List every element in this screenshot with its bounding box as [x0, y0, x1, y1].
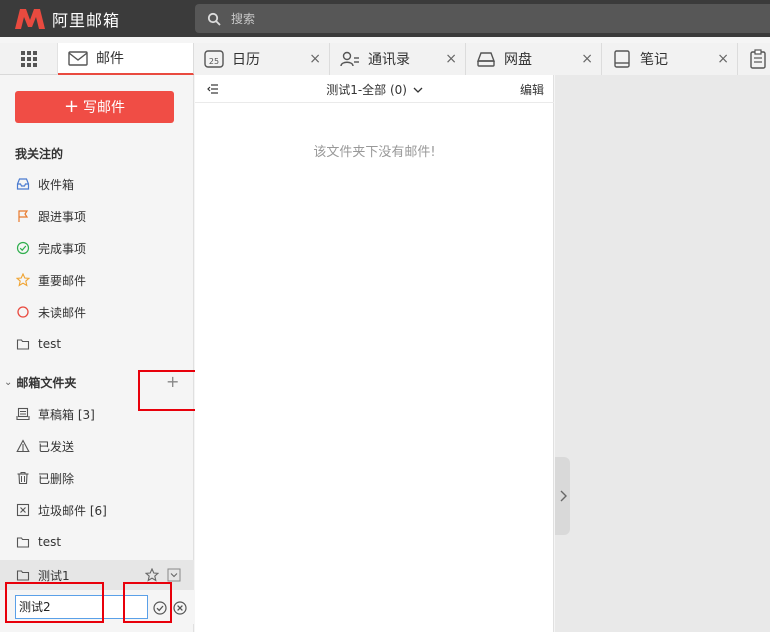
tab-calendar[interactable]: 25 日历 × [194, 43, 330, 75]
sidebar-item-test-followed[interactable]: test [0, 331, 194, 357]
tab-label: 邮件 [96, 51, 124, 67]
star-icon[interactable] [145, 568, 159, 582]
close-icon[interactable]: × [717, 51, 729, 67]
sidebar-item-label: 重要邮件 [38, 273, 87, 288]
sidebar-item-label: 未读邮件 [38, 305, 87, 320]
sidebar-item-followup[interactable]: 跟进事项 [0, 203, 194, 229]
cancel-icon[interactable] [173, 601, 187, 615]
top-bar: 阿里邮箱 搜索 [0, 0, 770, 37]
list-header: 测试1-全部 (0) 编辑 [195, 75, 554, 103]
sent-icon [16, 439, 30, 453]
compose-label: 写邮件 [83, 100, 126, 116]
circle-icon [17, 306, 29, 318]
sidebar-item-label: 垃圾邮件 [6] [38, 503, 107, 518]
tab-label: 通讯录 [368, 52, 410, 68]
clipboard-icon [750, 49, 766, 69]
sidebar-item-important[interactable]: 重要邮件 [0, 267, 194, 293]
drive-icon [476, 52, 496, 67]
edit-button[interactable]: 编辑 [520, 81, 544, 98]
tab-contacts[interactable]: 通讯录 × [330, 43, 466, 75]
grid-icon [20, 51, 37, 67]
plus-icon: + [63, 96, 80, 117]
search-input[interactable]: 搜索 [195, 4, 770, 33]
search-icon [207, 12, 221, 26]
sidebar-item-label: test [38, 535, 62, 549]
folder-title: 测试1-全部 (0) [326, 83, 407, 97]
flag-icon [18, 210, 29, 222]
tab-bar: 邮件 25 日历 × 通讯录 × 网盘 × 笔记 × [0, 43, 770, 75]
sidebar-item-label: 已删除 [38, 471, 75, 486]
expand-panel-handle[interactable] [555, 457, 570, 535]
tab-notes[interactable]: 笔记 × [602, 43, 738, 75]
notes-icon [614, 50, 630, 68]
contacts-icon [340, 51, 359, 67]
dropdown-icon[interactable] [167, 568, 181, 582]
star-icon [16, 273, 30, 287]
empty-folder-message: 该文件夹下没有邮件! [313, 145, 436, 160]
sidebar-item-label: 完成事项 [38, 241, 87, 256]
sidebar-item-label: 收件箱 [38, 177, 75, 192]
chevron-down-icon [413, 87, 423, 93]
folder-icon [16, 537, 30, 548]
sidebar-item-inbox[interactable]: 收件箱 [0, 171, 194, 197]
close-icon[interactable]: × [581, 51, 593, 67]
tab-drive[interactable]: 网盘 × [466, 43, 602, 75]
tab-label: 日历 [232, 52, 260, 68]
trash-icon [17, 472, 29, 485]
drafts-icon [16, 407, 30, 421]
sidebar-item-unread[interactable]: 未读邮件 [0, 299, 194, 325]
logo-text: 阿里邮箱 [52, 11, 121, 30]
check-circle-icon [16, 241, 30, 255]
sidebar-item-label: 跟进事项 [38, 209, 87, 224]
sidebar-item-done[interactable]: 完成事项 [0, 235, 194, 261]
highlight-box-confirm [123, 582, 172, 623]
close-icon[interactable]: × [309, 51, 321, 67]
followed-section-title: 我关注的 [15, 147, 64, 161]
logo-m-icon [15, 9, 45, 29]
sidebar-item-spam[interactable]: 垃圾邮件 [6] [0, 497, 194, 523]
sidebar-item-deleted[interactable]: 已删除 [0, 465, 194, 491]
mail-icon [68, 51, 88, 66]
apps-grid-button[interactable] [0, 43, 58, 75]
chevron-down-icon: ⌄ [4, 376, 13, 388]
tab-label: 网盘 [504, 52, 532, 68]
search-placeholder: 搜索 [231, 12, 256, 26]
tab-label: 笔记 [640, 52, 668, 68]
sidebar-item-label: 草稿箱 [3] [38, 407, 95, 422]
logo[interactable]: 阿里邮箱 [14, 6, 120, 32]
folders-section-title: 邮箱文件夹 [16, 375, 77, 390]
sidebar-item-label: 已发送 [38, 439, 75, 454]
sidebar-item-sent[interactable]: 已发送 [0, 433, 194, 459]
folder-icon [16, 570, 30, 581]
folder-filter-dropdown[interactable]: 测试1-全部 (0) [195, 81, 554, 98]
tab-clipboard[interactable] [738, 43, 770, 75]
sidebar: + 写邮件 我关注的 收件箱 跟进事项 完成事项 重要邮件 未读邮件 test … [0, 75, 208, 632]
svg-text:25: 25 [209, 57, 219, 66]
tab-mail[interactable]: 邮件 [58, 43, 194, 75]
compose-button[interactable]: + 写邮件 [15, 91, 174, 123]
calendar-icon: 25 [204, 50, 224, 68]
folder-icon [16, 339, 30, 350]
close-icon[interactable]: × [445, 51, 457, 67]
highlight-box-input [5, 582, 104, 623]
spam-icon [16, 503, 30, 517]
sidebar-item-label: test [38, 337, 62, 351]
sidebar-item-test[interactable]: test [0, 529, 194, 555]
inbox-icon [16, 178, 30, 190]
mail-list-panel: 测试1-全部 (0) 编辑 该文件夹下没有邮件! [195, 75, 554, 632]
sidebar-item-drafts[interactable]: 草稿箱 [3] [0, 401, 194, 427]
sidebar-item-label: 测试1 [38, 568, 70, 583]
reading-pane [555, 75, 770, 632]
chevron-right-icon [560, 490, 567, 502]
